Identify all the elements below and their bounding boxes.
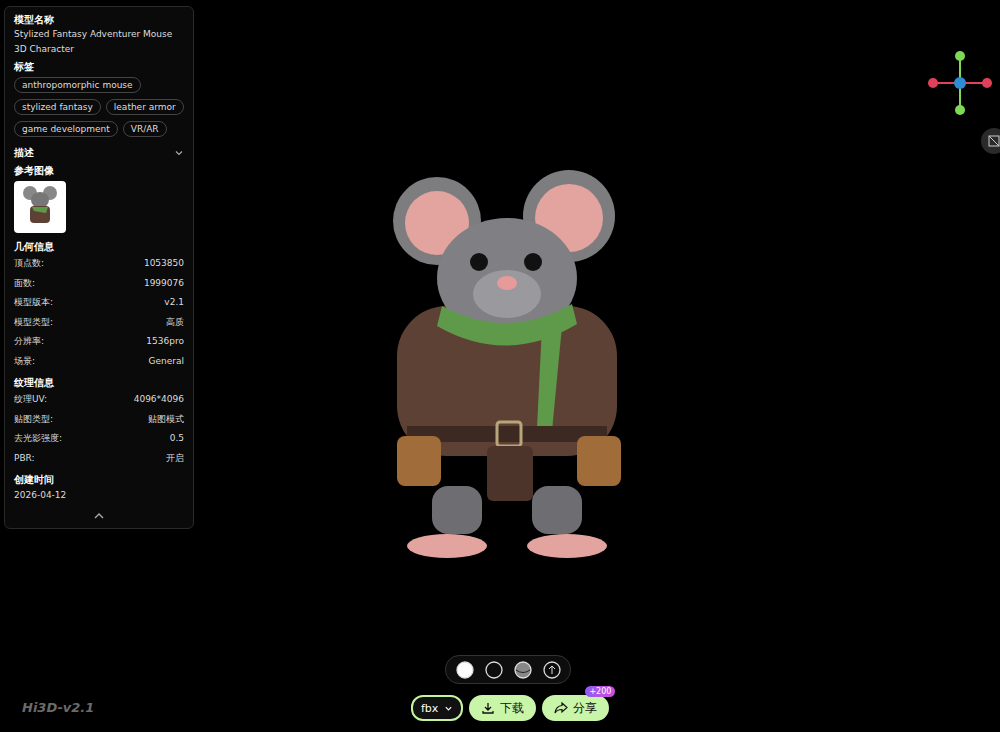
geometry-row: 模型版本:v2.1 xyxy=(14,293,184,313)
tag[interactable]: leather armor xyxy=(106,99,184,115)
download-icon xyxy=(481,701,495,715)
name-label: 模型名称 xyxy=(14,14,184,27)
geometry-row: 分辨率:1536pro xyxy=(14,332,184,352)
view-mode-button[interactable] xyxy=(541,659,562,680)
created-date: 2026-04-12 xyxy=(14,490,184,500)
texture-row: 贴图类型:贴图模式 xyxy=(14,410,184,430)
chevron-up-icon xyxy=(93,512,105,520)
tag[interactable]: anthropomorphic mouse xyxy=(14,77,141,93)
action-bar: fbx 下载 分享 +200 xyxy=(411,695,609,721)
tag[interactable]: VR/AR xyxy=(123,121,167,137)
geometry-row: 场景:General xyxy=(14,352,184,372)
collapse-button[interactable] xyxy=(14,512,184,520)
watermark: Hi3D-v2.1 xyxy=(22,700,94,715)
info-panel: 模型名称 Stylized Fantasy Adventurer Mouse 3… xyxy=(4,6,194,529)
tags-label: 标签 xyxy=(14,61,184,74)
view-mode-button[interactable] xyxy=(483,659,504,680)
chevron-down-icon xyxy=(174,148,184,158)
description-toggle[interactable]: 描述 xyxy=(14,145,184,160)
grid-toggle-button[interactable] xyxy=(981,128,1000,154)
share-icon xyxy=(554,701,568,715)
model-name: Stylized Fantasy Adventurer Mouse 3D Cha… xyxy=(14,27,184,57)
view-mode-button[interactable] xyxy=(512,659,533,680)
chevron-down-icon xyxy=(444,704,453,713)
mouse-model[interactable] xyxy=(377,166,637,566)
share-badge: +200 xyxy=(585,686,615,697)
view-mode-bar xyxy=(445,655,571,684)
share-button[interactable]: 分享 +200 xyxy=(542,695,609,721)
reference-image[interactable] xyxy=(14,181,66,233)
tag[interactable]: game development xyxy=(14,121,118,137)
texture-label: 纹理信息 xyxy=(14,377,184,390)
tag[interactable]: stylized fantasy xyxy=(14,99,101,115)
shading-mode-icon xyxy=(485,661,503,679)
view-mode-button[interactable] xyxy=(454,659,475,680)
grid-off-icon xyxy=(988,135,1000,147)
model-viewer[interactable]: 模型名称 Stylized Fantasy Adventurer Mouse 3… xyxy=(0,0,1000,732)
format-select[interactable]: fbx xyxy=(411,695,463,721)
shading-mode-icon xyxy=(456,661,474,679)
download-button[interactable]: 下载 xyxy=(469,695,536,721)
axis-gizmo-icon[interactable] xyxy=(925,48,995,118)
shading-mode-icon xyxy=(543,661,561,679)
tag-list: anthropomorphic mouse stylized fantasy lea… xyxy=(14,77,184,137)
shading-mode-icon xyxy=(514,661,532,679)
geometry-row: 模型类型:高质 xyxy=(14,313,184,333)
geometry-row: 顶点数:1053850 xyxy=(14,254,184,274)
geometry-label: 几何信息 xyxy=(14,241,184,254)
texture-row: 去光影强度:0.5 xyxy=(14,429,184,449)
mouse-thumbnail-icon xyxy=(16,183,64,231)
created-label: 创建时间 xyxy=(14,474,184,487)
reference-label: 参考图像 xyxy=(14,165,184,178)
texture-row: PBR:开启 xyxy=(14,449,184,469)
texture-row: 纹理UV:4096*4096 xyxy=(14,390,184,410)
geometry-row: 面数:1999076 xyxy=(14,274,184,294)
